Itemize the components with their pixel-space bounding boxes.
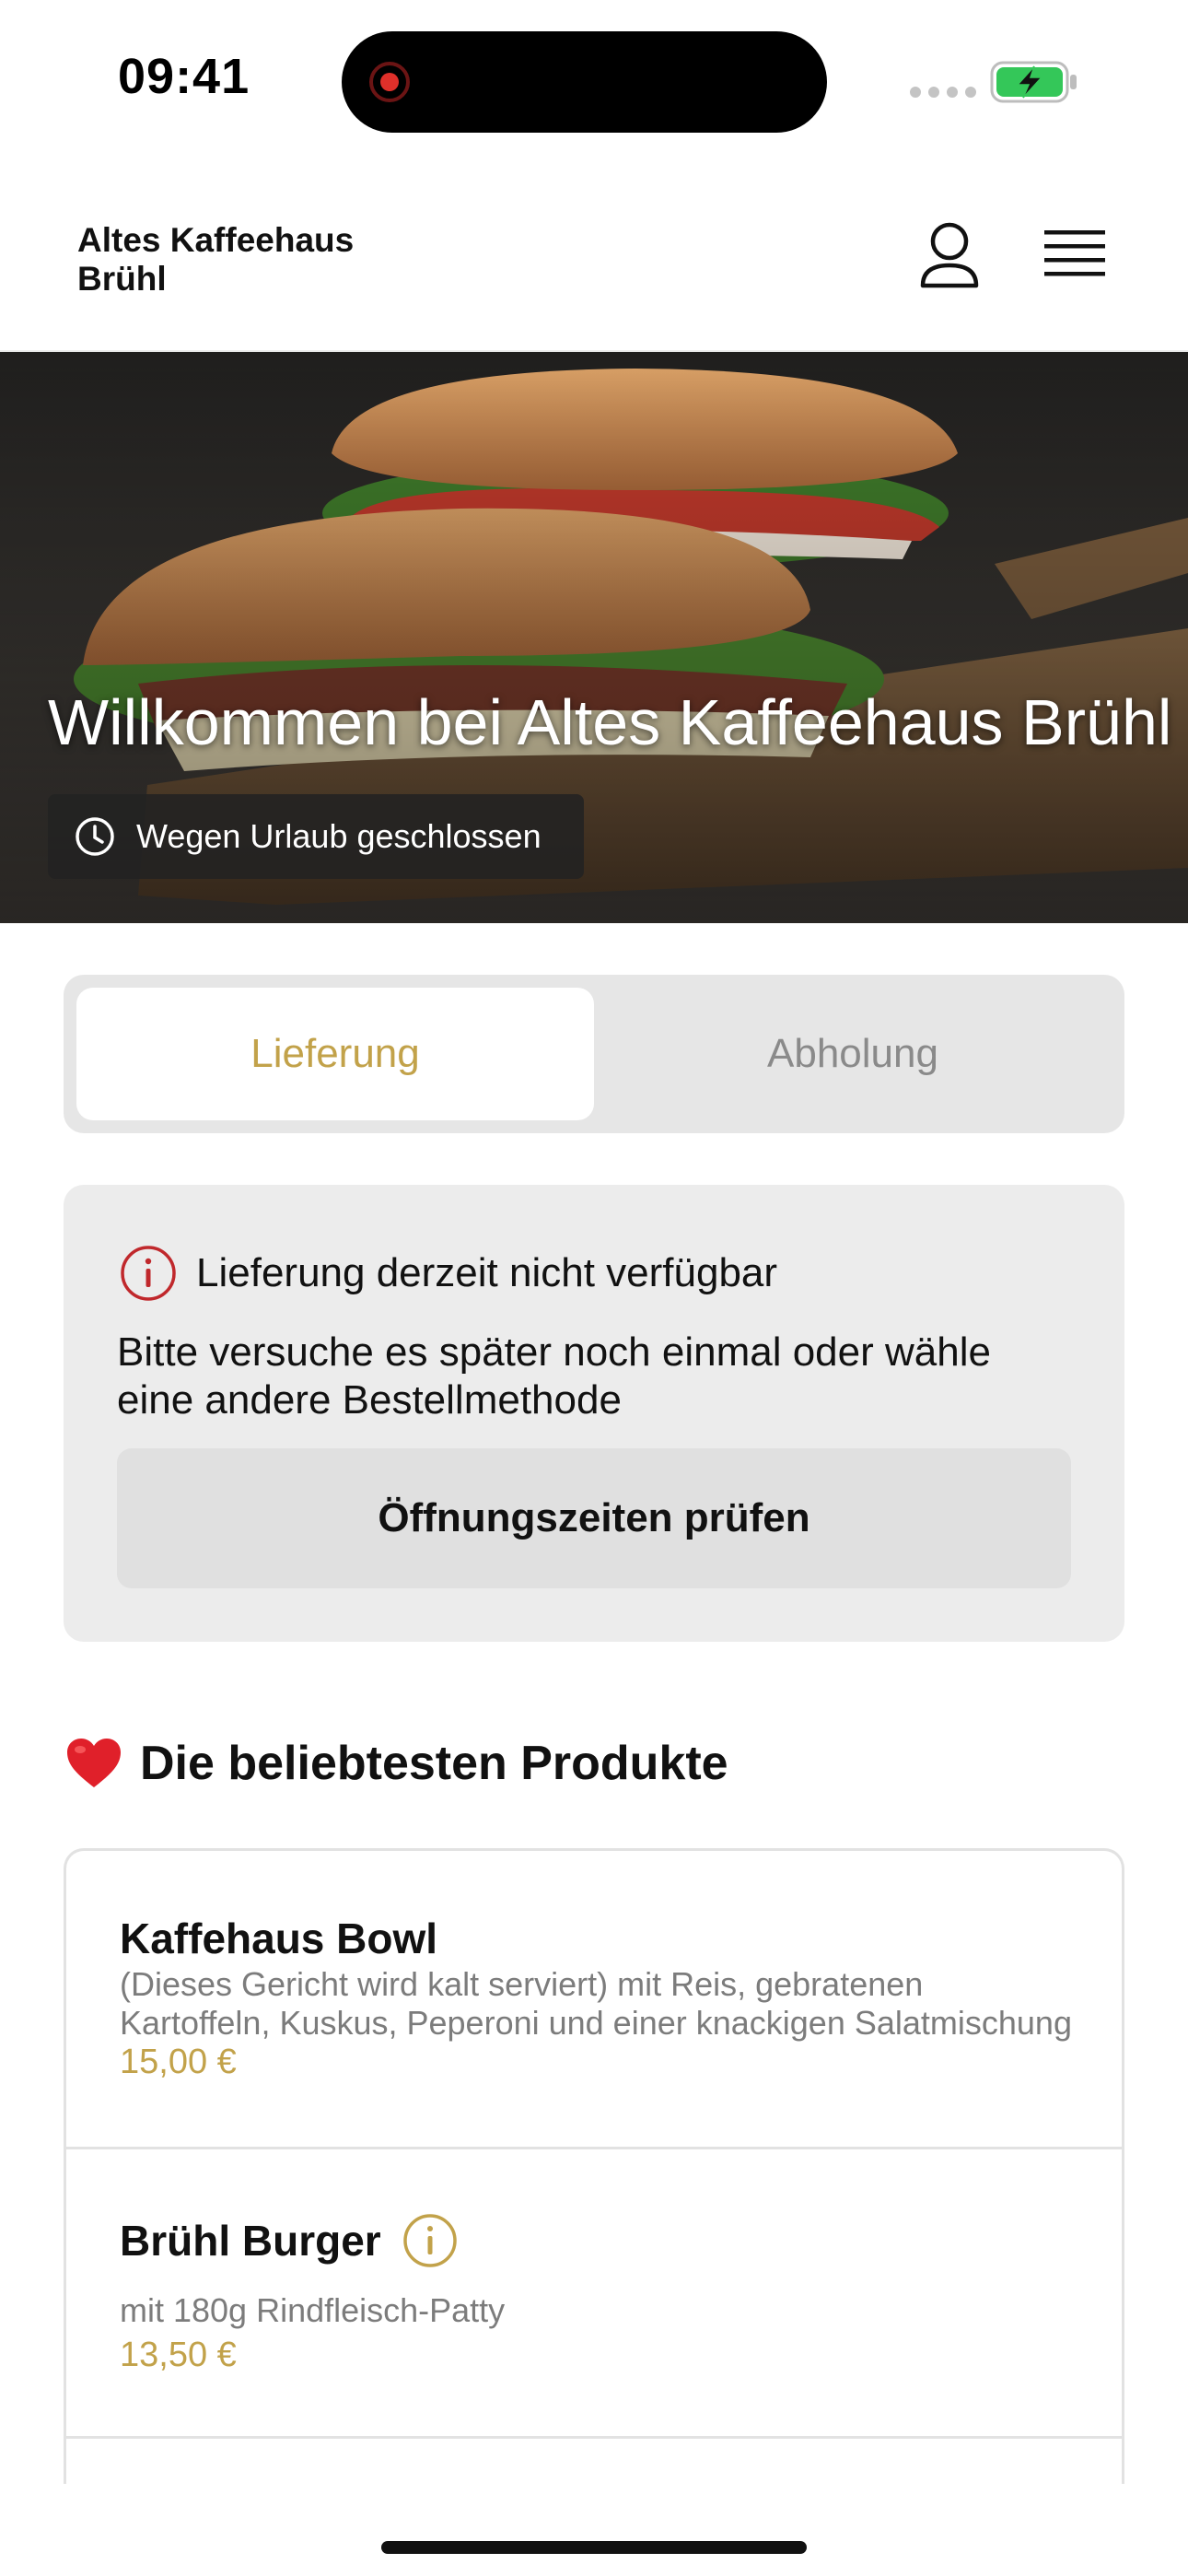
alert-title: Lieferung derzeit nicht verfügbar (196, 1250, 778, 1295)
store-status-label: Wegen Urlaub geschlossen (136, 817, 542, 855)
product-list: Kaffehaus Bowl (Dieses Gericht wird kalt… (64, 1848, 1124, 2576)
product-name: Brühl Burger (120, 2217, 381, 2265)
check-opening-hours-button[interactable]: Öffnungszeiten prüfen (117, 1448, 1071, 1588)
product-price: 15,00 € (120, 2043, 237, 2081)
product-price: 13,50 € (120, 2336, 237, 2374)
order-method-toggle: Lieferung Abholung (64, 975, 1124, 1133)
hamburger-menu-icon[interactable] (1044, 228, 1105, 280)
hero-banner: Willkommen bei Altes Kaffeehaus Brühl We… (0, 352, 1188, 923)
status-time: 09:41 (118, 49, 250, 104)
bottom-safe-area (0, 2484, 1188, 2576)
alert-message: Bitte versuche es später noch einmal ode… (117, 1329, 991, 1423)
product-name-row: Brühl Burger (120, 2212, 459, 2269)
brand-name[interactable]: Altes Kaffeehaus Brühl (77, 221, 390, 299)
signal-icon (910, 87, 976, 98)
product-name: Kaffehaus Bowl (120, 1914, 438, 1962)
hero-title: Willkommen bei Altes Kaffeehaus Brühl (48, 686, 1172, 758)
battery-charging-icon (990, 61, 1077, 103)
product-item[interactable]: Kaffehaus Bowl (Dieses Gericht wird kalt… (66, 1851, 1122, 2149)
delivery-unavailable-card: Lieferung derzeit nicht verfügbar Bitte … (64, 1185, 1124, 1642)
app-header: Altes Kaffeehaus Brühl (0, 157, 1188, 352)
product-description: mit 180g Rindfleisch-Patty (120, 2291, 506, 2329)
clock-icon (76, 817, 114, 856)
popular-products-title: Die beliebtesten Produkte (140, 1737, 728, 1790)
recording-indicator-icon (369, 62, 410, 102)
store-status-badge: Wegen Urlaub geschlossen (48, 794, 584, 879)
product-item[interactable]: Brühl Burger mit 180g Rindfleisch-Patty … (66, 2149, 1122, 2439)
info-icon[interactable] (402, 2212, 459, 2269)
status-bar: 09:41 (0, 0, 1188, 157)
user-icon[interactable] (917, 221, 982, 291)
info-alert-icon (121, 1246, 176, 1301)
product-description: (Dieses Gericht wird kalt serviert) mit … (120, 1965, 1072, 2042)
heart-icon (67, 1739, 121, 1787)
alert-header: Lieferung derzeit nicht verfügbar (119, 1244, 777, 1303)
tab-pickup[interactable]: Abholung (594, 988, 1112, 1120)
dynamic-island (342, 31, 827, 133)
home-indicator[interactable] (381, 2541, 807, 2554)
popular-products-heading: Die beliebtesten Produkte (64, 1736, 728, 1791)
tab-delivery[interactable]: Lieferung (76, 988, 594, 1120)
